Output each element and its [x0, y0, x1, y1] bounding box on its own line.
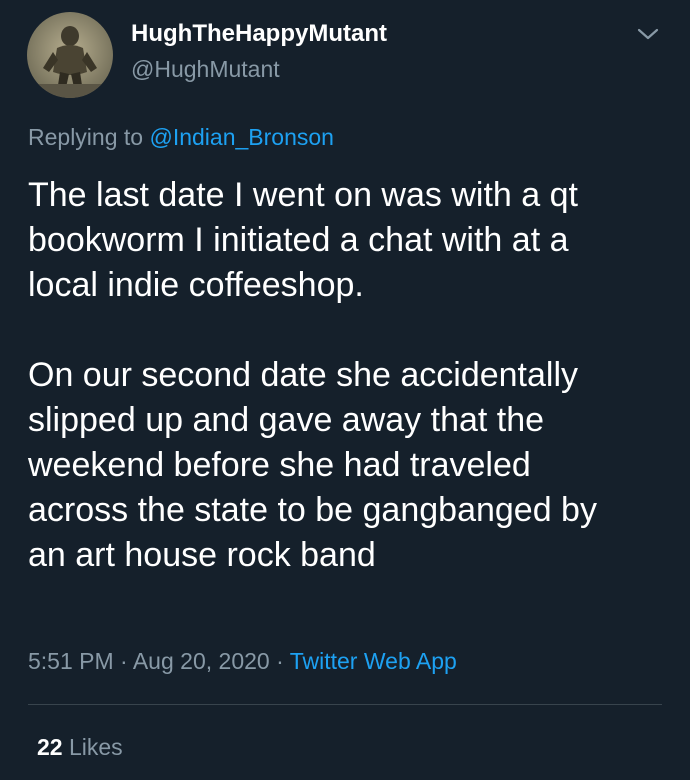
- tweet-source-link[interactable]: Twitter Web App: [290, 648, 457, 674]
- author-display-name[interactable]: HughTheHappyMutant: [131, 20, 387, 48]
- meta-separator: ·: [120, 648, 128, 674]
- likes-count: 22: [37, 734, 63, 760]
- tweet-paragraph: The last date I went on was with a qt bo…: [28, 176, 578, 304]
- meta-separator: ·: [276, 648, 284, 674]
- tweet-text: The last date I went on was with a qt bo…: [28, 173, 668, 578]
- chevron-down-icon[interactable]: [633, 22, 663, 46]
- divider: [28, 704, 662, 705]
- replying-to-line: Replying to @Indian_Bronson: [28, 124, 334, 151]
- likes-label: Likes: [68, 734, 123, 760]
- author-handle[interactable]: @HughMutant: [131, 56, 280, 83]
- tweet-meta: 5:51 PM · Aug 20, 2020 · Twitter Web App: [28, 648, 457, 675]
- likes-stat[interactable]: 22 Likes: [37, 734, 123, 761]
- tweet-paragraph: On our second date she accidentally slip…: [28, 356, 597, 574]
- tweet-time[interactable]: 5:51 PM: [28, 648, 114, 674]
- tweet-card: HughTheHappyMutant @HughMutant Replying …: [0, 0, 690, 780]
- reply-mention-link[interactable]: @Indian_Bronson: [149, 124, 333, 150]
- avatar[interactable]: [27, 12, 113, 98]
- avatar-image: [27, 12, 113, 98]
- replying-to-label: Replying to: [28, 124, 144, 150]
- tweet-date[interactable]: Aug 20, 2020: [133, 648, 270, 674]
